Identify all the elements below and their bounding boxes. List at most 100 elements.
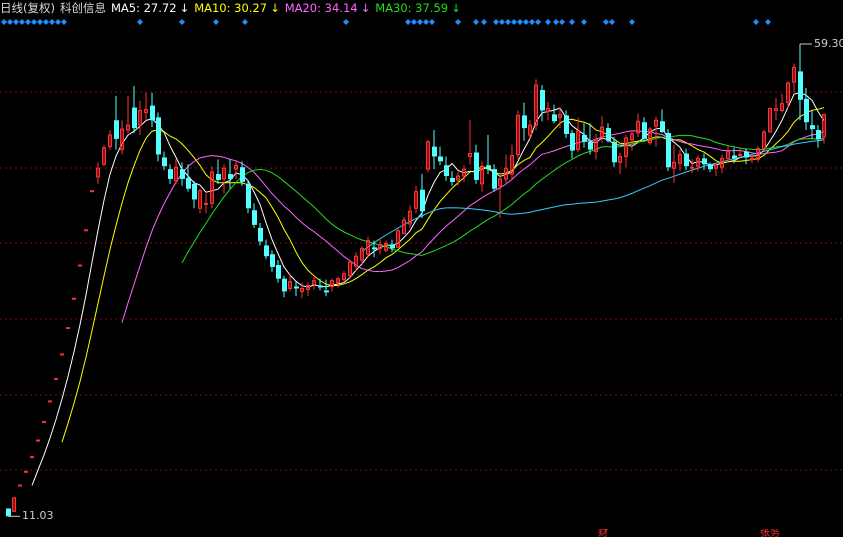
candle bbox=[294, 281, 299, 297]
candle bbox=[60, 353, 64, 356]
candle bbox=[354, 252, 358, 271]
candle bbox=[402, 217, 406, 235]
candle bbox=[282, 275, 287, 298]
candle bbox=[270, 250, 275, 272]
candle-body bbox=[168, 169, 173, 179]
candle-body bbox=[48, 400, 52, 403]
candle-body bbox=[690, 166, 694, 169]
signal-diamond bbox=[43, 19, 49, 25]
candle-body bbox=[702, 158, 707, 165]
candle bbox=[12, 497, 16, 512]
candle-body bbox=[612, 141, 617, 163]
candle-body bbox=[156, 117, 161, 155]
candle-body bbox=[744, 151, 749, 158]
candle bbox=[480, 161, 484, 192]
candle bbox=[468, 120, 472, 165]
candle bbox=[618, 152, 622, 175]
candle-body bbox=[264, 245, 269, 257]
candle bbox=[420, 174, 425, 219]
candle bbox=[774, 97, 778, 121]
candle-body bbox=[432, 146, 437, 157]
signal-diamond bbox=[429, 19, 435, 25]
candle-body bbox=[228, 174, 233, 179]
signal-diamond bbox=[19, 19, 25, 25]
candle-body bbox=[438, 156, 443, 162]
candle-body bbox=[804, 98, 809, 123]
signal-diamond bbox=[137, 19, 143, 25]
candle bbox=[36, 439, 40, 442]
signal-diamond bbox=[411, 19, 417, 25]
candle-body bbox=[816, 130, 821, 139]
candle bbox=[6, 508, 11, 517]
candle bbox=[636, 113, 640, 137]
candle-body bbox=[216, 174, 221, 180]
candle-body bbox=[252, 210, 257, 225]
candle-body bbox=[324, 290, 329, 293]
candle bbox=[390, 239, 395, 253]
candle bbox=[306, 282, 310, 297]
candle bbox=[606, 123, 611, 143]
candle-body bbox=[24, 470, 28, 473]
candle-body bbox=[162, 157, 167, 167]
signal-diamond bbox=[25, 19, 31, 25]
candle bbox=[684, 148, 689, 171]
chart-header: 日线(复权) 科创信息 MA5: 27.72 ↓ MA10: 30.27 ↓ MA2… bbox=[0, 0, 466, 16]
candle-body bbox=[42, 420, 46, 423]
candle bbox=[642, 117, 647, 142]
signal-diamond bbox=[481, 19, 487, 25]
candle-body bbox=[66, 327, 70, 330]
signal-diamond bbox=[213, 19, 219, 25]
candle bbox=[192, 180, 197, 209]
ma10-legend: MA10: 30.27 ↓ bbox=[194, 1, 280, 15]
candle bbox=[384, 240, 388, 253]
candle-body bbox=[114, 120, 119, 139]
candle bbox=[474, 144, 479, 184]
candle bbox=[756, 145, 760, 163]
ma20-legend: MA20: 34.14 ↓ bbox=[284, 1, 371, 15]
signal-diamond bbox=[7, 19, 13, 25]
candle bbox=[114, 95, 119, 150]
candle-body bbox=[420, 189, 425, 212]
candle bbox=[252, 203, 257, 228]
candle-body bbox=[522, 115, 527, 129]
candle bbox=[24, 470, 28, 473]
signal-diamond bbox=[581, 19, 587, 25]
stock-name: 科创信息 bbox=[59, 1, 106, 15]
candle-body bbox=[240, 167, 245, 182]
candle bbox=[210, 166, 214, 209]
candle-body bbox=[570, 132, 575, 151]
signal-diamond bbox=[517, 19, 523, 25]
candle-body bbox=[204, 202, 208, 205]
candle bbox=[522, 102, 527, 141]
signal-diamond bbox=[499, 19, 505, 25]
candle-body bbox=[552, 114, 557, 122]
candle bbox=[762, 130, 766, 152]
candle-body bbox=[564, 115, 569, 134]
candle bbox=[510, 144, 514, 179]
candle-body bbox=[78, 264, 82, 267]
candle bbox=[654, 116, 658, 147]
candle-body bbox=[180, 169, 185, 179]
candle-body bbox=[660, 121, 665, 133]
candle bbox=[48, 400, 52, 403]
candle bbox=[516, 110, 520, 160]
candle-body bbox=[6, 508, 11, 517]
candle bbox=[438, 146, 443, 166]
signal-diamond bbox=[523, 19, 529, 25]
candle bbox=[156, 112, 161, 162]
candle bbox=[768, 107, 772, 133]
candle bbox=[330, 278, 334, 292]
signal-diamond bbox=[505, 19, 511, 25]
candle bbox=[576, 117, 580, 153]
candle bbox=[432, 130, 437, 170]
candle bbox=[264, 239, 269, 260]
candle-body bbox=[666, 132, 671, 168]
candle bbox=[534, 79, 538, 131]
candle-body bbox=[36, 439, 40, 442]
candle-body bbox=[318, 285, 323, 288]
candle-body bbox=[750, 157, 754, 160]
candle bbox=[204, 193, 208, 214]
candle bbox=[228, 159, 233, 189]
signal-diamond bbox=[753, 19, 759, 25]
down-arrow-icon: ↓ bbox=[270, 1, 280, 15]
